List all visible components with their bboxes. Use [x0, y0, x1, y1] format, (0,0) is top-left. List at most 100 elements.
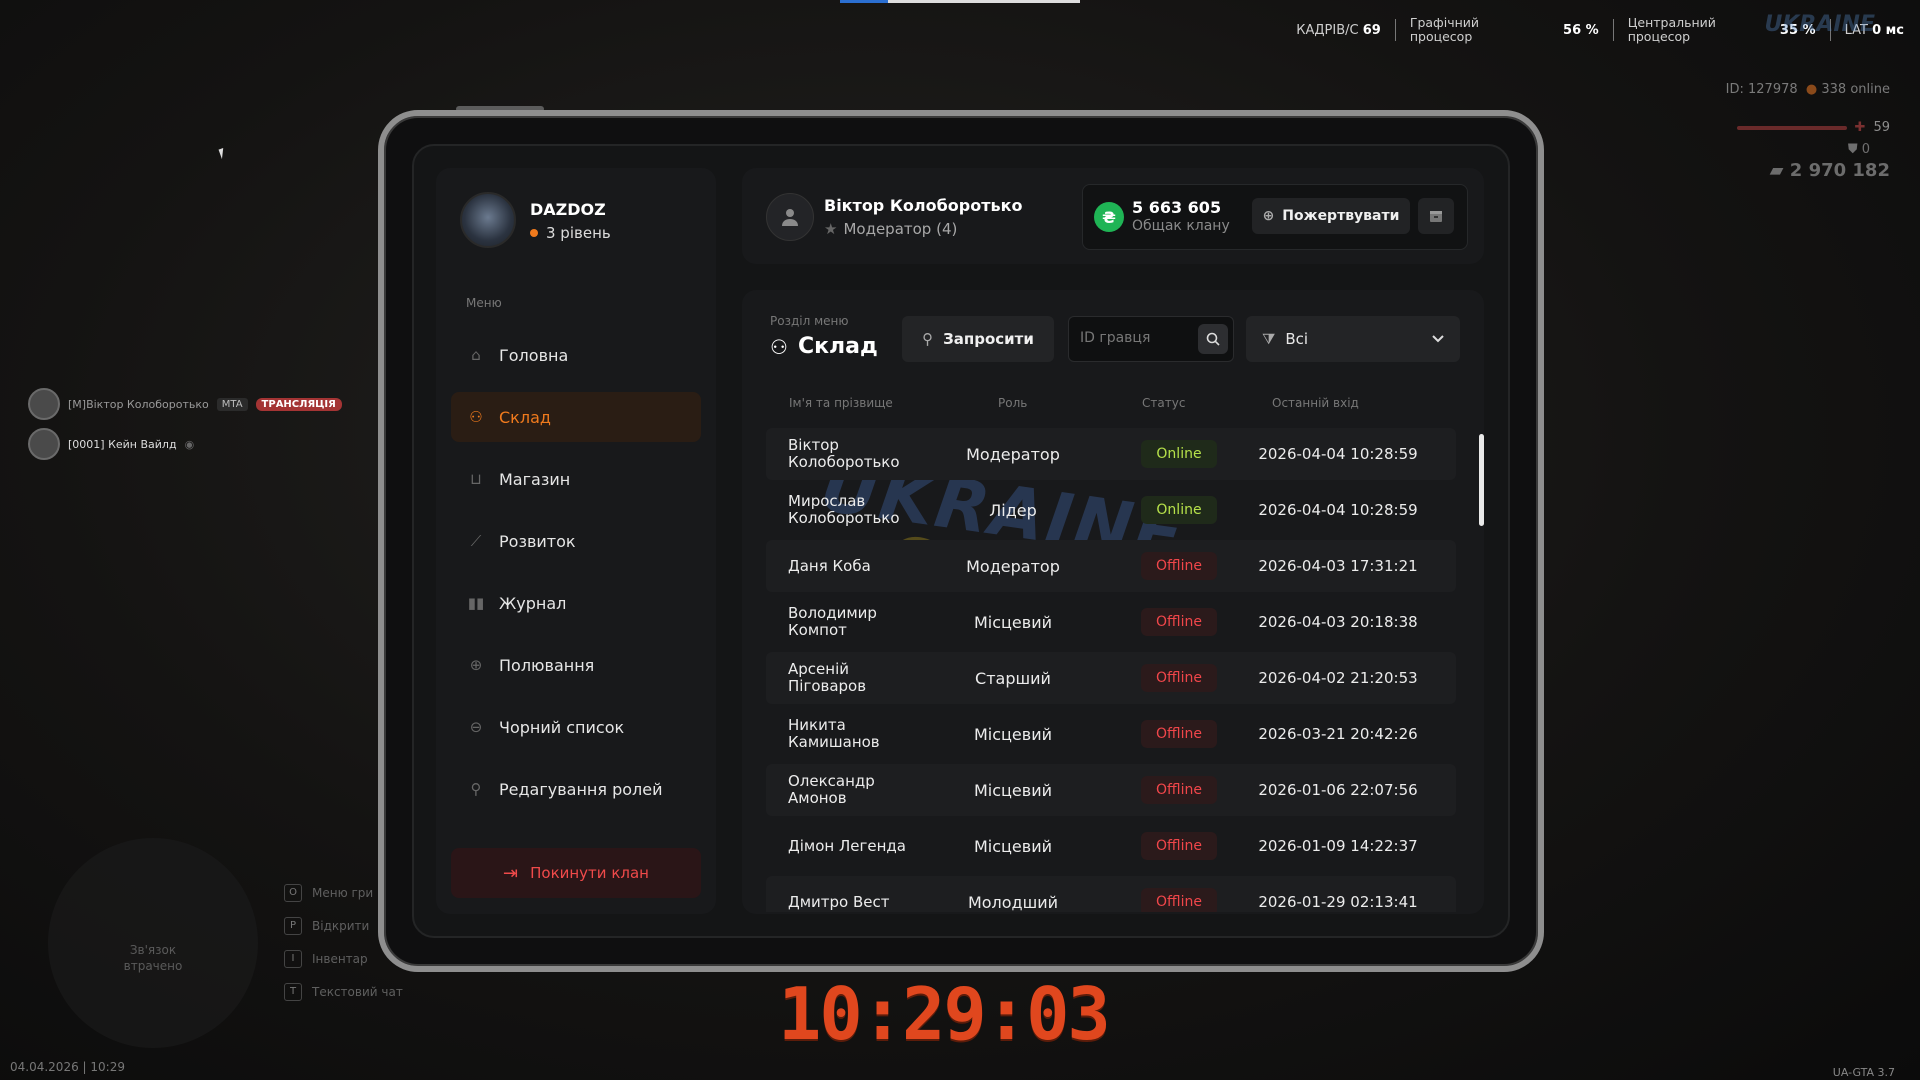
cpu-label: Центральний процесор	[1627, 15, 1716, 44]
page-title: ⚇ Склад	[770, 334, 878, 359]
role-filter-select[interactable]: ⧩ Всі	[1246, 316, 1460, 362]
voice-chat-row: [M]Віктор Колоборотько MTA ТРАНСЛЯЦІЯ	[28, 388, 342, 420]
user-avatar	[766, 193, 814, 241]
table-row[interactable]: Володимир Компот Місцевий Offline 2026-0…	[766, 596, 1456, 648]
basket-icon: ⊔	[470, 470, 482, 488]
block-icon: ⊖	[469, 718, 483, 736]
section-caption: Розділ меню	[770, 314, 849, 328]
avatar	[28, 388, 60, 420]
stream-badge: ТРАНСЛЯЦІЯ	[255, 397, 342, 411]
sidebar-item-development[interactable]: ⟋ Розвиток	[451, 516, 701, 566]
book-icon: ▮▮	[467, 594, 485, 612]
gpu-value: 56 %	[1563, 22, 1599, 38]
balance-value: 5 663 605	[1132, 198, 1222, 217]
game-clock: 10:29:03	[778, 972, 1111, 1056]
table-row[interactable]: Мирослав Колоборотько Лідер Online 2026-…	[766, 484, 1456, 536]
user-edit-icon: ⚲	[470, 780, 482, 798]
sidebar-item-label: Журнал	[499, 593, 567, 613]
member-name: Арсеній Піговаров	[788, 660, 867, 695]
home-icon: ⌂	[471, 346, 481, 364]
member-name: Даня Коба	[788, 556, 871, 575]
column-header-last-login: Останній вхід	[1272, 396, 1359, 410]
member-last-login: 2026-04-03 20:18:38	[1258, 613, 1418, 631]
status-badge: Online	[1141, 440, 1217, 468]
invite-button[interactable]: ⚲ Запросити	[902, 316, 1054, 362]
people-icon: ⚇	[469, 408, 483, 426]
member-last-login: 2026-01-29 02:13:41	[1258, 893, 1418, 911]
filter-value: Всі	[1285, 330, 1309, 348]
donate-button[interactable]: ⊕ Пожертвувати	[1252, 198, 1410, 234]
star-icon: ★	[824, 220, 838, 238]
key-hint: T Текстовий чат	[284, 983, 403, 1001]
sidebar-item-roster[interactable]: ⚇ Склад	[451, 392, 701, 442]
member-name: Дімон Легенда	[788, 836, 906, 855]
server-watermark: UKRAINE	[1764, 12, 1875, 37]
sidebar-item-home[interactable]: ⌂ Головна	[451, 330, 701, 380]
member-role: Модератор	[966, 556, 1060, 576]
clan-logo	[460, 192, 516, 248]
sidebar-item-shop[interactable]: ⊔ Магазин	[451, 454, 701, 504]
chart-icon: ⟋	[470, 532, 482, 550]
player-id-search-input[interactable]	[1080, 330, 1190, 346]
user-name: Віктор Колоборотько	[824, 196, 1023, 215]
table-row[interactable]: Віктор Колоборотько Модератор Online 202…	[766, 428, 1456, 480]
menu-caption: Меню	[466, 296, 502, 310]
member-name: Дмитро Вест	[788, 892, 890, 911]
sidebar-item-hunting[interactable]: ⊕ Полювання	[451, 640, 701, 690]
storage-button[interactable]	[1418, 198, 1454, 234]
table-row[interactable]: Никита Камишанов Місцевий Offline 2026-0…	[766, 708, 1456, 760]
column-header-status: Статус	[1142, 396, 1186, 410]
donate-label: Пожертвувати	[1282, 208, 1400, 224]
sidebar-item-journal[interactable]: ▮▮ Журнал	[451, 578, 701, 628]
lat-value: 0 мс	[1872, 22, 1904, 38]
status-badge: Offline	[1141, 552, 1217, 580]
table-row[interactable]: Дмитро Вест Молодший Offline 2026-01-29 …	[766, 876, 1456, 912]
shield-icon: ⛊	[1847, 142, 1858, 157]
money-indicator: ▰ 2 970 182	[1769, 160, 1890, 181]
voice-chat-row: [0001] Кейн Вайлд ◉	[28, 428, 194, 460]
sidebar-item-label: Склад	[499, 407, 551, 427]
table-scrollbar[interactable]	[1479, 434, 1484, 526]
people-icon: ⚇	[770, 334, 788, 359]
leave-clan-label: Покинути клан	[530, 864, 649, 882]
member-last-login: 2026-04-04 10:28:59	[1258, 501, 1418, 519]
sidebar-item-roles[interactable]: ⚲ Редагування ролей	[451, 764, 701, 814]
health-indicator: ✚ 59	[1736, 120, 1890, 135]
table-row[interactable]: Дімон Легенда Місцевий Offline 2026-01-0…	[766, 820, 1456, 872]
box-icon	[1430, 211, 1442, 222]
status-badge: Offline	[1141, 664, 1217, 692]
version-label: UA-GTA 3.7	[1832, 1066, 1895, 1079]
sidebar-item-blacklist[interactable]: ⊖ Чорний список	[451, 702, 701, 752]
status-badge: Online	[1141, 496, 1217, 524]
member-role: Місцевий	[973, 780, 1052, 800]
sidebar-item-label: Головна	[499, 345, 569, 365]
member-last-login: 2026-04-02 21:20:53	[1258, 669, 1418, 687]
table-row[interactable]: Арсеній Піговаров Старший Offline 2026-0…	[766, 652, 1456, 704]
plus-circle-icon: ⊕	[1262, 208, 1275, 224]
column-header-name: Ім'я та прізвище	[789, 396, 893, 410]
clan-name: DAZDOZ	[530, 200, 606, 219]
filter-icon: ⧩	[1262, 330, 1276, 348]
level-dot-icon	[530, 229, 538, 237]
member-role: Місцевий	[973, 836, 1052, 856]
member-last-login: 2026-04-04 10:28:59	[1258, 445, 1418, 463]
table-row[interactable]: Олександр Амонов Місцевий Offline 2026-0…	[766, 764, 1456, 816]
table-row[interactable]: Даня Коба Модератор Offline 2026-04-03 1…	[766, 540, 1456, 592]
status-badge: Offline	[1141, 776, 1217, 804]
player-id: ID: 127978 ● 338 online	[1725, 82, 1890, 97]
add-user-icon: ⚲	[922, 330, 934, 348]
fps-value: 69	[1362, 22, 1381, 38]
chat-player-name: [0001] Кейн Вайлд	[68, 437, 177, 451]
leave-clan-button[interactable]: ⇥ Покинути клан	[451, 848, 701, 898]
crosshair-icon: ⊕	[469, 656, 483, 674]
member-last-login: 2026-01-06 22:07:56	[1258, 781, 1418, 799]
members-table: Віктор Колоборотько Модератор Online 202…	[766, 428, 1456, 912]
member-name: Никита Камишанов	[788, 716, 880, 751]
balance-label: Общак клану	[1132, 218, 1230, 234]
column-header-role: Роль	[998, 396, 1028, 410]
status-badge: Offline	[1141, 608, 1217, 636]
member-last-login: 2026-01-09 14:22:37	[1258, 837, 1418, 855]
eye-icon: ◉	[184, 437, 195, 451]
hud-divider	[1612, 19, 1614, 41]
search-button[interactable]	[1198, 324, 1228, 354]
